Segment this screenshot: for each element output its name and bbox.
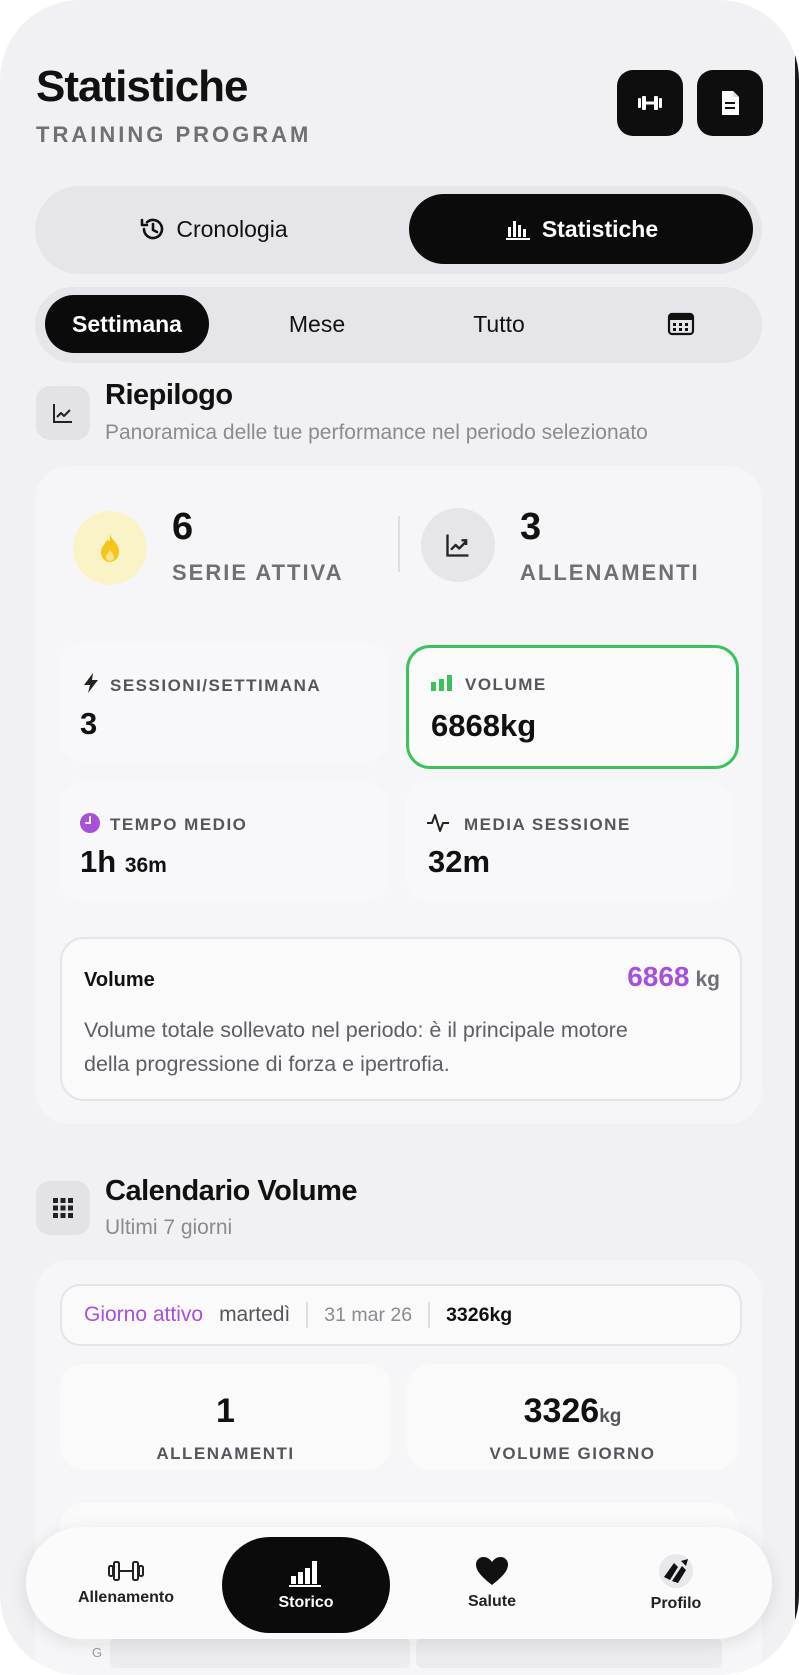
tab-cronologia[interactable]: Cronologia	[45, 194, 381, 264]
summary-section-icon	[36, 386, 90, 440]
active-day-label: Giorno attivo	[84, 1303, 204, 1326]
sessions-label: SESSIONI/SETTIMANA	[110, 676, 322, 695]
active-day-volume: 3326kg	[446, 1303, 513, 1326]
tabbar-allenamento[interactable]: Allenamento	[46, 1527, 206, 1639]
avg-time-value: 1h 36m	[80, 844, 167, 880]
bolt-icon	[84, 673, 98, 693]
grid-icon	[53, 1198, 73, 1218]
volume-detail-title: Volume	[84, 969, 155, 991]
avg-session-tile[interactable]: MEDIA SESSIONE 32m	[406, 782, 733, 902]
avg-session-label: MEDIA SESSIONE	[464, 815, 631, 834]
volume-value: 6868kg	[431, 708, 537, 743]
flame-icon	[101, 534, 120, 562]
day-volume-unit: kg	[599, 1406, 622, 1427]
streak-value: 6	[172, 506, 194, 548]
avg-time-minutes: 36m	[124, 854, 167, 877]
active-day-weekday: martedì	[219, 1303, 291, 1326]
day-volume-value: 3326kg	[407, 1392, 738, 1431]
dumbbell-icon	[108, 1561, 144, 1581]
period-tab-calendar[interactable]	[599, 295, 763, 353]
day-workouts-stat: 1 ALLENAMENTI	[60, 1364, 391, 1470]
period-tab-mese[interactable]: Mese	[235, 295, 399, 353]
heatmap-cell	[110, 1638, 410, 1668]
calendar-icon	[667, 312, 695, 336]
report-button[interactable]	[697, 70, 763, 136]
day-workouts-label: ALLENAMENTI	[156, 1444, 295, 1463]
day-volume-number: 3326	[523, 1392, 600, 1430]
period-tab-tutto[interactable]: Tutto	[417, 295, 581, 353]
tab-statistiche-label: Statistiche	[541, 215, 659, 242]
page-title: Statistiche	[36, 62, 249, 111]
streak-label: SERIE ATTIVA	[172, 560, 344, 585]
trend-chart-icon	[446, 534, 469, 557]
workouts-label: ALLENAMENTI	[520, 560, 700, 585]
period-tab-settimana[interactable]: Settimana	[45, 295, 209, 353]
bar-chart-icon	[289, 1561, 321, 1587]
tabbar-storico[interactable]: Storico	[222, 1537, 390, 1633]
view-segmented-control: Cronologia Statistiche	[35, 186, 762, 274]
tab-cronologia-label: Cronologia	[176, 215, 288, 242]
divider	[428, 1302, 431, 1328]
summary-subtitle: Panoramica delle tue performance nel per…	[105, 421, 648, 444]
document-icon	[722, 91, 739, 115]
tabbar-profilo-label: Profilo	[650, 1595, 702, 1612]
bar-chart-icon	[431, 675, 452, 691]
volume-label: VOLUME	[465, 675, 547, 694]
active-day-pill: Giorno attivo martedì 31 mar 26 3326kg	[60, 1284, 742, 1346]
summary-title: Riepilogo	[105, 379, 233, 411]
avg-time-hours: 1h	[80, 844, 117, 879]
volume-detail-unit: kg	[695, 968, 720, 991]
tabbar-allenamento-label: Allenamento	[77, 1589, 174, 1606]
avg-time-tile[interactable]: TEMPO MEDIO 1h 36m	[60, 782, 388, 902]
profile-logo-icon	[659, 1554, 693, 1588]
trend-chart-icon	[53, 404, 72, 423]
sessions-value: 3	[80, 706, 98, 741]
volume-detail-box: Volume 6868 kg Volume totale sollevato n…	[60, 937, 742, 1101]
period-segmented-control: Settimana Mese Tutto	[35, 287, 762, 363]
bottom-tab-bar: Allenamento Storico Salute Profilo	[26, 1527, 772, 1639]
volume-tile[interactable]: VOLUME 6868kg	[406, 645, 739, 769]
sessions-tile[interactable]: SESSIONI/SETTIMANA 3	[60, 642, 388, 762]
divider	[306, 1302, 309, 1328]
day-volume-label: VOLUME GIORNO	[489, 1444, 656, 1463]
bar-chart-icon	[505, 221, 530, 240]
calendar-subtitle: Ultimi 7 giorni	[105, 1216, 233, 1239]
tab-statistiche[interactable]: Statistiche	[409, 194, 753, 264]
heatmap-cell	[416, 1638, 722, 1668]
history-icon	[141, 218, 164, 240]
pulse-icon	[427, 814, 449, 832]
day-volume-stat: 3326kg VOLUME GIORNO	[407, 1364, 738, 1470]
streak-badge	[73, 511, 147, 585]
tabbar-salute-label: Salute	[467, 1593, 516, 1610]
divider	[398, 516, 400, 572]
heatmap-row-label: G	[92, 1645, 103, 1660]
day-workouts-value: 1	[216, 1392, 235, 1430]
dumbbell-icon	[638, 96, 662, 110]
tabbar-storico-label: Storico	[278, 1594, 334, 1611]
page-subtitle: TRAINING PROGRAM	[36, 122, 312, 147]
calendar-section-icon	[36, 1181, 90, 1235]
heart-icon	[476, 1557, 508, 1585]
avg-session-value: 32m	[428, 844, 491, 879]
workouts-value: 3	[520, 506, 542, 548]
active-day-date: 31 mar 26	[324, 1303, 413, 1326]
workouts-badge	[421, 508, 495, 582]
volume-detail-description: Volume totale sollevato nel periodo: è i…	[84, 1018, 628, 1076]
avg-time-label: TEMPO MEDIO	[110, 815, 248, 834]
tabbar-profilo[interactable]: Profilo	[596, 1527, 756, 1639]
clock-icon	[80, 813, 100, 833]
tabbar-salute[interactable]: Salute	[412, 1527, 572, 1639]
volume-detail-value: 6868	[627, 961, 690, 992]
workout-button[interactable]	[617, 70, 683, 136]
calendar-title: Calendario Volume	[105, 1175, 358, 1207]
phone-screen: Statistiche TRAINING PROGRAM Cronologia	[0, 0, 799, 1675]
volume-detail-amount: 6868 kg	[627, 961, 720, 993]
